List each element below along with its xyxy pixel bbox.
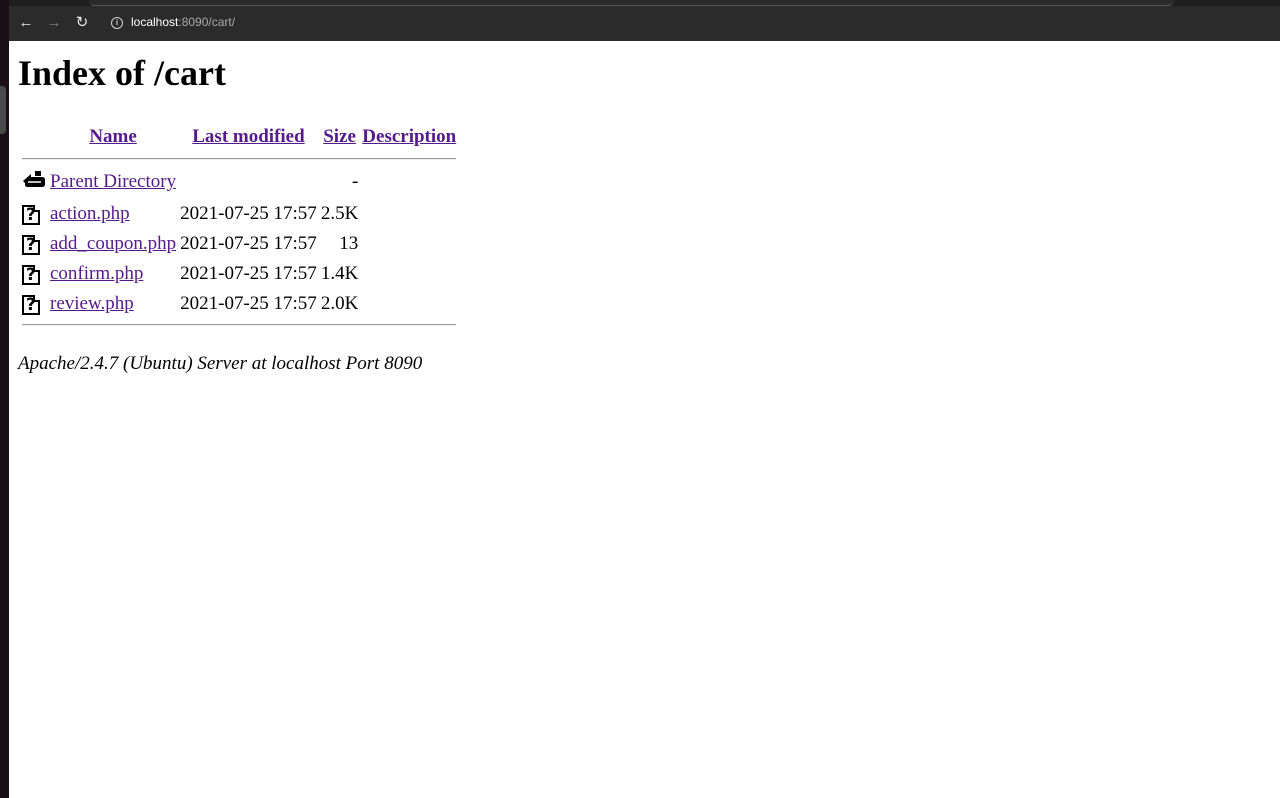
table-row: Parent Directory - <box>22 166 456 198</box>
last-modified-cell: 2021-07-25 17:57 <box>180 203 317 224</box>
sort-by-last-modified-link[interactable]: Last modified <box>192 126 304 147</box>
description-cell <box>362 166 456 198</box>
file-link[interactable]: action.php <box>50 203 130 224</box>
sort-by-name-link[interactable]: Name <box>89 126 136 147</box>
size-cell: 2.5K <box>320 203 359 224</box>
info-icon[interactable]: i <box>111 17 123 29</box>
sort-by-size-link[interactable]: Size <box>323 126 356 147</box>
last-modified-cell: 2021-07-25 17:57 <box>180 233 317 254</box>
url-path: :8090/cart/ <box>178 15 236 29</box>
last-modified-cell <box>180 166 317 198</box>
description-cell <box>362 200 456 228</box>
browser-toolbar: ← → ↻ i localhost:8090/cart/ <box>9 6 1280 41</box>
url-host: localhost <box>131 15 179 29</box>
description-column-header: Description <box>362 120 456 152</box>
separator-row <box>22 154 457 164</box>
description-cell <box>362 290 456 318</box>
last-modified-cell: 2021-07-25 17:57 <box>180 263 317 284</box>
file-link[interactable]: confirm.php <box>50 263 143 284</box>
size-cell: - <box>351 171 359 192</box>
table-header-row: Name Last modified Size Description <box>22 120 456 152</box>
table-row: ? add_coupon.php 2021-07-25 17:57 13 <box>22 230 456 258</box>
last-modified-cell: 2021-07-25 17:57 <box>180 293 317 314</box>
parent-directory-link[interactable]: Parent Directory <box>50 171 176 192</box>
file-link[interactable]: review.php <box>50 293 134 314</box>
page-content: Index of /cart Name Last modified Size D… <box>9 41 1280 798</box>
unknown-file-icon: ? <box>22 264 40 285</box>
size-cell: 13 <box>339 233 359 254</box>
forward-button[interactable]: → <box>42 11 66 35</box>
last-modified-column-header: Last modified <box>180 120 317 152</box>
table-row: ? action.php 2021-07-25 17:57 2.5K <box>22 200 456 228</box>
size-column-header: Size <box>321 120 358 152</box>
name-column-header: Name <box>50 120 176 152</box>
size-cell: 1.4K <box>320 263 359 284</box>
description-cell <box>362 260 456 288</box>
table-row: ? confirm.php 2021-07-25 17:57 1.4K <box>22 260 456 288</box>
arrow-right-icon: → <box>46 14 62 31</box>
back-button[interactable]: ← <box>14 11 38 35</box>
icon-column-header <box>22 120 46 152</box>
reload-button[interactable]: ↻ <box>70 11 94 35</box>
unknown-file-icon: ? <box>22 204 40 225</box>
description-cell <box>362 230 456 258</box>
table-row: ? review.php 2021-07-25 17:57 2.0K <box>22 290 456 318</box>
page-title: Index of /cart <box>18 53 226 93</box>
divider <box>22 158 457 160</box>
unknown-file-icon: ? <box>22 234 40 255</box>
desktop-dock-edge <box>0 0 9 798</box>
directory-listing-table: Name Last modified Size Description Pare… <box>18 118 460 332</box>
size-cell: 2.0K <box>320 293 359 314</box>
sort-by-description-link[interactable]: Description <box>362 126 456 147</box>
dock-item <box>0 86 6 134</box>
address-bar[interactable]: localhost:8090/cart/ <box>131 14 235 31</box>
reload-icon: ↻ <box>75 14 89 31</box>
file-link[interactable]: add_coupon.php <box>50 233 176 254</box>
separator-row <box>22 320 457 330</box>
server-signature: Apache/2.4.7 (Ubuntu) Server at localhos… <box>18 353 423 374</box>
unknown-file-icon: ? <box>22 294 40 315</box>
arrow-left-icon: ← <box>18 14 34 31</box>
divider <box>22 324 457 326</box>
parent-directory-icon <box>23 171 45 187</box>
